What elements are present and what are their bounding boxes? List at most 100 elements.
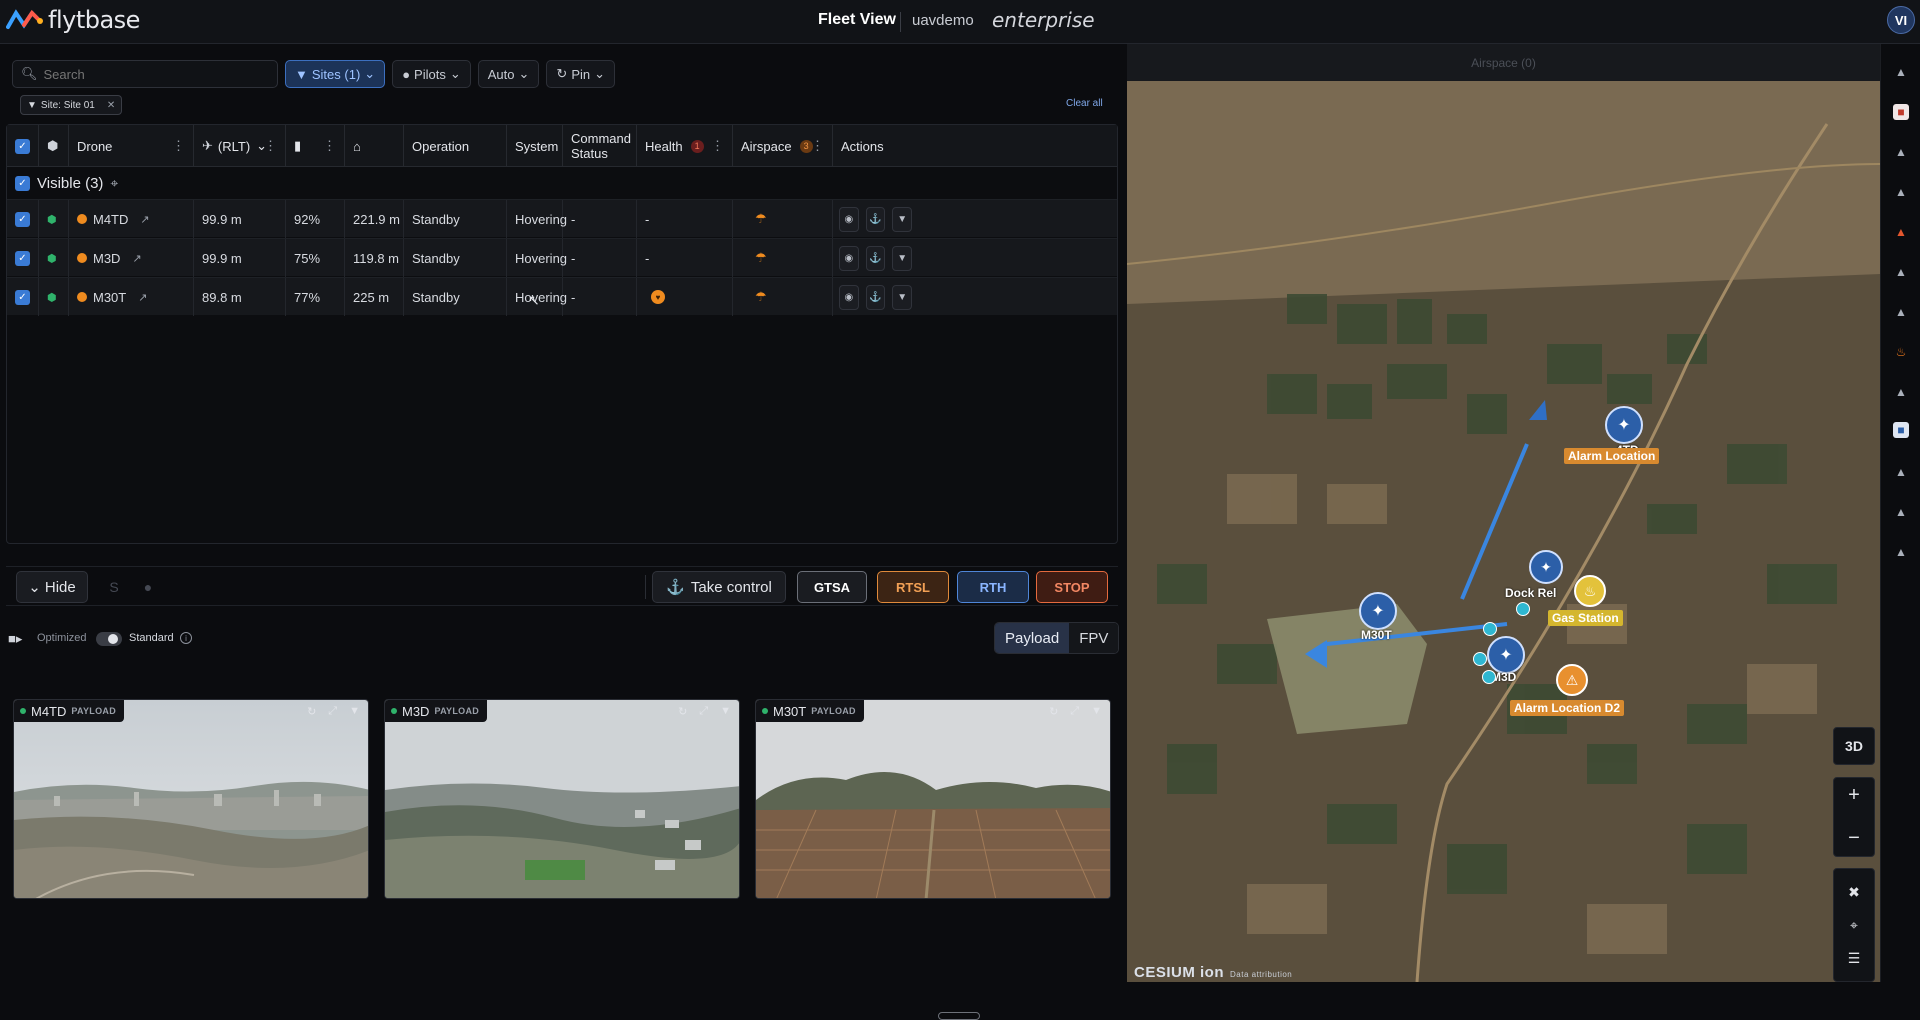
external-link-icon[interactable]: ↗ [138,291,147,304]
visible-group-row[interactable]: ✓ Visible (3) ⌖ [7,167,1117,199]
table-row[interactable]: ✓ ⬢ M30T ↗ 89.8 m 77% 225 m Standby Hover… [7,277,1117,316]
airspace-header[interactable]: Airspace (0) [1127,44,1880,81]
waypoint-marker[interactable] [1483,622,1497,636]
fpv-tab[interactable]: FPV [1069,623,1119,653]
group-checkbox[interactable]: ✓ [15,175,30,191]
stop-button[interactable]: STOP [1036,571,1108,603]
airspace-column[interactable]: Airspace 3 ⋮ [733,125,833,167]
bell-icon[interactable]: ▲ [1893,504,1909,520]
info-icon[interactable]: i [180,632,192,644]
battery-column[interactable]: ▮ ⋮ [286,125,345,167]
search-field[interactable]: 🔍︎ [12,60,278,88]
pin-filter-button[interactable]: ↻ Pin ⌄ [546,60,616,88]
gtsa-button[interactable]: GTSA [797,571,867,603]
weather-warning-icon[interactable]: ☂ [755,289,767,305]
operation-column[interactable]: Operation [404,125,507,167]
site-filter-chip[interactable]: ▼ Site: Site 01 ✕ [20,95,123,115]
drone-marker-m4td[interactable]: ✦ [1605,406,1643,444]
pin-icon[interactable]: ▼ [720,705,731,718]
view-button[interactable]: ◉ [839,206,859,232]
drone-marker-m30t[interactable]: ✦ [1359,592,1397,630]
drone-name[interactable]: M4TD [93,212,128,227]
video-tile[interactable]: M3D PAYLOAD ↻ ⤢ ▼ [384,699,740,899]
table-row[interactable]: ✓ ⬢ M4TD ↗ 99.9 m 92% 221.9 m Standby Hov… [7,199,1117,238]
select-all-checkbox[interactable]: ✓ [15,138,30,154]
resize-handle[interactable] [938,1012,980,1020]
kebab-icon[interactable]: ⋮ [172,138,185,154]
rth-button[interactable]: RTH [957,571,1029,603]
refresh-icon[interactable]: ↻ [1049,705,1058,718]
zoom-in-button[interactable]: + [1848,784,1860,807]
siren-icon[interactable]: ▲ [1893,224,1909,240]
pin-button[interactable]: ▼ [892,284,913,310]
bell-icon[interactable]: ▲ [1893,184,1909,200]
control-button[interactable]: ⚓ [865,284,886,310]
expand-icon[interactable]: ⤢ [328,705,337,718]
bell-icon[interactable]: ▲ [1893,544,1909,560]
waypoint-marker[interactable] [1482,670,1496,684]
control-button[interactable]: ⚓ [865,206,886,232]
brand-logo[interactable]: flytbase [6,6,140,34]
avatar[interactable]: VI [1887,6,1915,34]
kebab-icon[interactable]: ⋮ [264,138,277,154]
fit-bounds-icon[interactable]: ✖ [1848,884,1860,901]
pin-icon[interactable]: ▼ [1091,705,1102,718]
bell-icon[interactable]: ▲ [1893,144,1909,160]
table-row[interactable]: ✓ ⬢ M3D ↗ 99.9 m 75% 119.8 m Standby Hove… [7,238,1117,277]
alarm-d2-label[interactable]: Alarm Location D2 [1510,700,1625,716]
row-checkbox[interactable]: ✓ [15,211,30,227]
kebab-icon[interactable]: ⋮ [323,138,336,154]
rlt-column[interactable]: ✈ (RLT) ⌄ ⋮ [194,125,286,167]
take-control-button[interactable]: ⚓ Take control [652,571,786,603]
drone-name[interactable]: M30T [93,290,126,305]
weather-warning-icon[interactable]: ☂ [755,211,767,227]
pin-button[interactable]: ▼ [892,245,913,271]
waypoint-marker[interactable] [1516,602,1530,616]
bell-icon[interactable]: ▲ [1893,304,1909,320]
data-attribution-link[interactable]: Data attribution [1230,970,1292,979]
video-tile[interactable]: M30T PAYLOAD ↻ ⤢ ▼ [755,699,1111,899]
fire-icon[interactable]: ♨ [1893,344,1909,360]
video-tile[interactable]: M4TD PAYLOAD ↻ ⤢ ▼ [13,699,369,899]
row-checkbox[interactable]: ✓ [15,250,30,266]
sites-filter-button[interactable]: ▼ Sites (1) ⌄ [285,60,386,88]
hide-button[interactable]: ⌄ Hide [16,571,88,603]
drone-name-cell[interactable]: M3D ↗ [69,239,194,277]
drone-name-cell[interactable]: M4TD ↗ [69,200,194,238]
bell-icon[interactable]: ▲ [1893,464,1909,480]
refresh-icon[interactable]: ↻ [678,705,687,718]
payload-tab[interactable]: Payload [995,623,1070,653]
auto-filter-button[interactable]: Auto ⌄ [477,60,540,88]
drone-column[interactable]: Drone ⋮ [69,125,194,167]
3d-toggle-button[interactable]: 3D [1833,727,1875,765]
row-checkbox[interactable]: ✓ [15,289,30,305]
view-button[interactable]: ◉ [839,284,859,310]
weather-warning-icon[interactable]: ☂ [755,250,767,266]
alert-thumbnail-icon[interactable]: ■ [1893,104,1909,120]
dock-marker[interactable]: ✦ [1529,550,1563,584]
crosshair-icon[interactable]: ⌖ [1850,917,1858,934]
locate-icon[interactable]: ⌖ [110,175,118,192]
close-icon[interactable]: ✕ [107,100,115,111]
map-attribution[interactable]: CESIUM ion Data attribution [1134,964,1292,981]
health-column[interactable]: Health 1 ⋮ [637,125,733,167]
pilots-filter-button[interactable]: ● Pilots ⌄ [392,60,471,88]
bell-icon[interactable]: ▲ [1893,384,1909,400]
pin-button[interactable]: ▼ [892,206,913,232]
health-warning-icon[interactable]: ♥ [651,290,665,304]
gas-station-label[interactable]: Gas Station [1548,610,1623,626]
pin-icon[interactable]: ▼ [349,705,360,718]
layers-icon[interactable]: ☰ [1848,950,1861,967]
control-button[interactable]: ⚓ [865,245,886,271]
alarm-location-label[interactable]: Alarm Location [1564,448,1660,464]
drone-name[interactable]: M3D [93,251,120,266]
bell-icon[interactable]: ▲ [1893,64,1909,80]
expand-icon[interactable]: ⤢ [699,705,708,718]
org-name[interactable]: uavdemo [912,12,974,29]
external-link-icon[interactable]: ↗ [132,252,141,265]
kebab-icon[interactable]: ⋮ [811,138,824,154]
home-distance-column[interactable]: ⌂ [345,125,404,167]
view-button[interactable]: ◉ [839,245,859,271]
search-input[interactable] [43,66,244,82]
location-pin-icon[interactable]: ● [136,575,160,599]
